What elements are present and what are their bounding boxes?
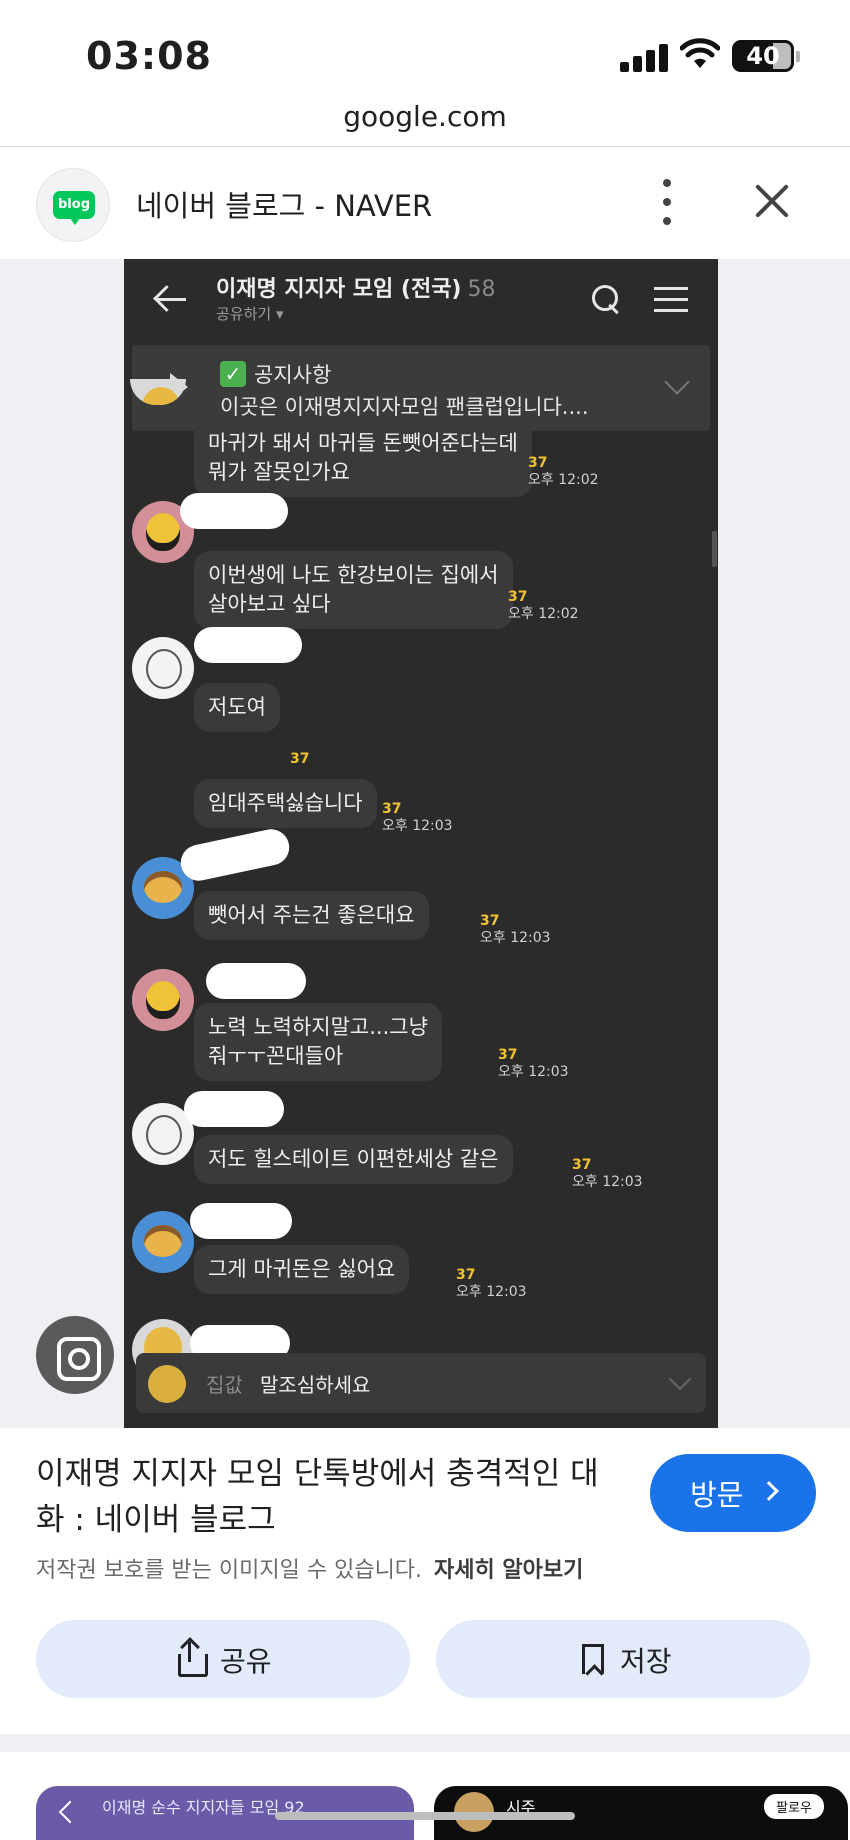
input-prefix: 집값 [206, 1373, 243, 1397]
input-text: 말조심하세요 [260, 1373, 371, 1397]
chevron-right-icon [759, 1481, 779, 1501]
chat-message: 저도여 [194, 683, 280, 732]
redacted-name [194, 627, 302, 663]
share-label: 공유 [220, 1645, 272, 1678]
visit-label: 방문 [690, 1478, 744, 1512]
home-indicator [275, 1812, 575, 1820]
message-meta: 37 오후 12:03 [456, 1267, 527, 1300]
avatar [132, 637, 194, 699]
message-meta: 37 오후 12:03 [382, 801, 453, 834]
chat-message: 그게 마귀돈은 싫어요 [194, 1245, 410, 1294]
back-arrow-icon [154, 283, 188, 317]
result-title[interactable]: 이재명 지지자 모임 단톡방에서 충격적인 대화 : 네이버 블로그 [36, 1451, 606, 1543]
check-icon: ✓ [220, 361, 246, 387]
source-header: blog 네이버 블로그 - NAVER [0, 147, 850, 259]
close-icon[interactable] [752, 181, 792, 221]
message-meta: 37 오후 12:02 [508, 589, 579, 622]
member-count: 58 [467, 277, 496, 302]
redacted-name [177, 825, 293, 885]
redacted-name [190, 1203, 292, 1239]
redacted-name [184, 1091, 284, 1127]
learn-more-link[interactable]: 자세히 알아보기 [434, 1558, 583, 1583]
follow-badge: 팔로우 [764, 1794, 824, 1819]
battery-tip [796, 51, 800, 62]
scrollbar [712, 531, 717, 567]
message-meta: 37 오후 12:03 [572, 1157, 643, 1190]
avatar [132, 969, 194, 1031]
notice-title: 공지사항 [254, 363, 332, 387]
battery-icon: 40 [732, 40, 794, 72]
cellular-signal-icon [620, 42, 668, 72]
battery-level: 40 [746, 42, 780, 70]
chat-input-bar: 집값 말조심하세요 [136, 1353, 706, 1413]
chat-share-label: 공유하기 ▾ [216, 305, 284, 323]
avatar [148, 1365, 186, 1403]
more-options-icon[interactable] [652, 175, 682, 229]
avatar [132, 1211, 194, 1273]
save-button[interactable]: 저장 [436, 1620, 810, 1698]
redacted-name [206, 963, 306, 999]
bookmark-icon [582, 1644, 604, 1674]
search-icon [590, 283, 624, 317]
menu-icon [654, 285, 688, 315]
message-meta: 37 [290, 751, 310, 767]
share-button[interactable]: 공유 [36, 1620, 410, 1698]
status-bar: 03:08 40 [0, 0, 850, 100]
source-title[interactable]: 네이버 블로그 - NAVER [136, 183, 432, 225]
save-label: 저장 [620, 1645, 672, 1678]
chat-message: 마귀가 돼서 마귀들 돈뺏어준다는데 뭐가 잘못인가요 [194, 419, 532, 497]
redacted-name [180, 493, 288, 529]
chat-header: 이재명 지지자 모임 (전국) 58 공유하기 ▾ [124, 259, 718, 343]
chat-message: 노력 노력하지말고...그냥 줘ㅜㅜ꼰대들아 [194, 1003, 442, 1081]
section-divider [0, 1734, 850, 1752]
chevron-down-icon [668, 1367, 692, 1391]
chat-message: 뺏어서 주는건 좋은대요 [194, 891, 429, 940]
message-meta: 37 오후 12:02 [528, 455, 599, 488]
chat-room-title: 이재명 지지자 모임 (전국) 58 [216, 277, 496, 302]
wifi-icon [680, 38, 720, 68]
visit-button[interactable]: 방문 [650, 1454, 816, 1532]
status-time: 03:08 [86, 34, 212, 78]
chat-message: 임대주택싫습니다 [194, 779, 377, 828]
chat-message: 이번생에 나도 한강보이는 집에서 살아보고 싶다 [194, 551, 513, 629]
copyright-notice: 저작권 보호를 받는 이미지일 수 있습니다. 자세히 알아보기 [36, 1558, 584, 1583]
message-meta: 37 오후 12:03 [480, 913, 551, 946]
google-lens-icon[interactable] [36, 1316, 114, 1394]
chat-screenshot-image[interactable]: 이재명 지지자 모임 (전국) 58 공유하기 ▾ ✓ 공지사항 이곳은 이재명지… [124, 259, 718, 1428]
url-bar[interactable]: google.com [0, 100, 850, 146]
chat-message: 저도 힐스테이트 이편한세상 같은 [194, 1135, 513, 1184]
chevron-down-icon [664, 369, 690, 395]
naver-blog-logo-icon: blog [36, 168, 110, 242]
message-meta: 37 오후 12:03 [498, 1047, 569, 1080]
image-preview-area: 이재명 지지자 모임 (전국) 58 공유하기 ▾ ✓ 공지사항 이곳은 이재명지… [0, 259, 850, 1428]
notice-text: 이곳은 이재명지지자모임 팬클럽입니다.... [220, 395, 589, 419]
back-arrow-icon [58, 1800, 82, 1824]
